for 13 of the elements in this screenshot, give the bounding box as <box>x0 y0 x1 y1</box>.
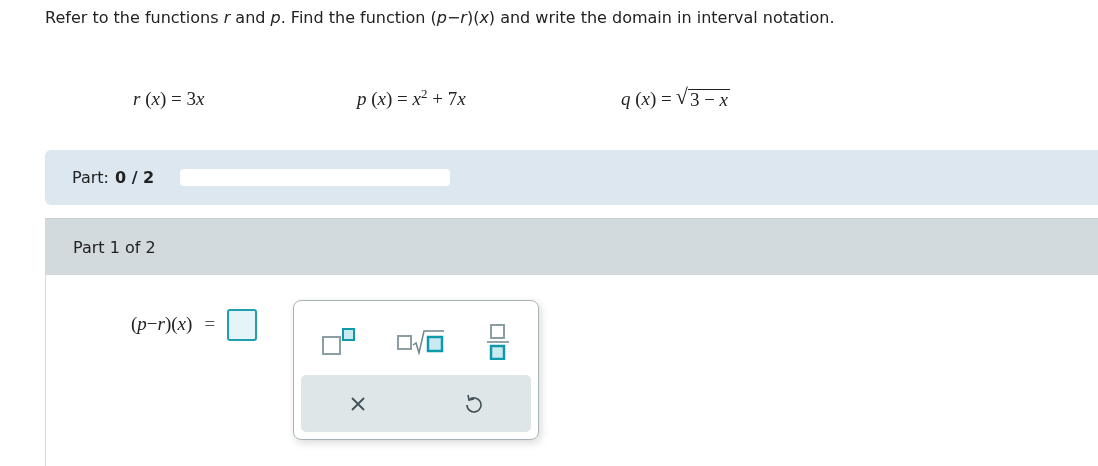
exponent-template-button[interactable] <box>319 326 358 358</box>
function-formula: p (x) = x$^{2}$ + 7x <box>357 85 466 110</box>
part-header: Part 1 of 2 <box>45 219 1098 275</box>
answer-label: (p−r)(x) <box>131 312 193 336</box>
radical-sign: √ <box>675 84 688 110</box>
answer-box[interactable] <box>227 309 258 341</box>
equals-sign: = <box>204 312 216 336</box>
radicand: 3 − x <box>687 89 731 110</box>
instruction-text: Refer to the functions r and p. Find the function (p−r)(x) and write the domain in interval notation. <box>45 7 836 29</box>
function-formula: r (x) = 3x <box>133 88 205 110</box>
function-formula: q (x) = <box>621 88 672 110</box>
progress-count: 0 / 2 <box>115 168 155 187</box>
progress-label: Part: <box>72 168 109 187</box>
